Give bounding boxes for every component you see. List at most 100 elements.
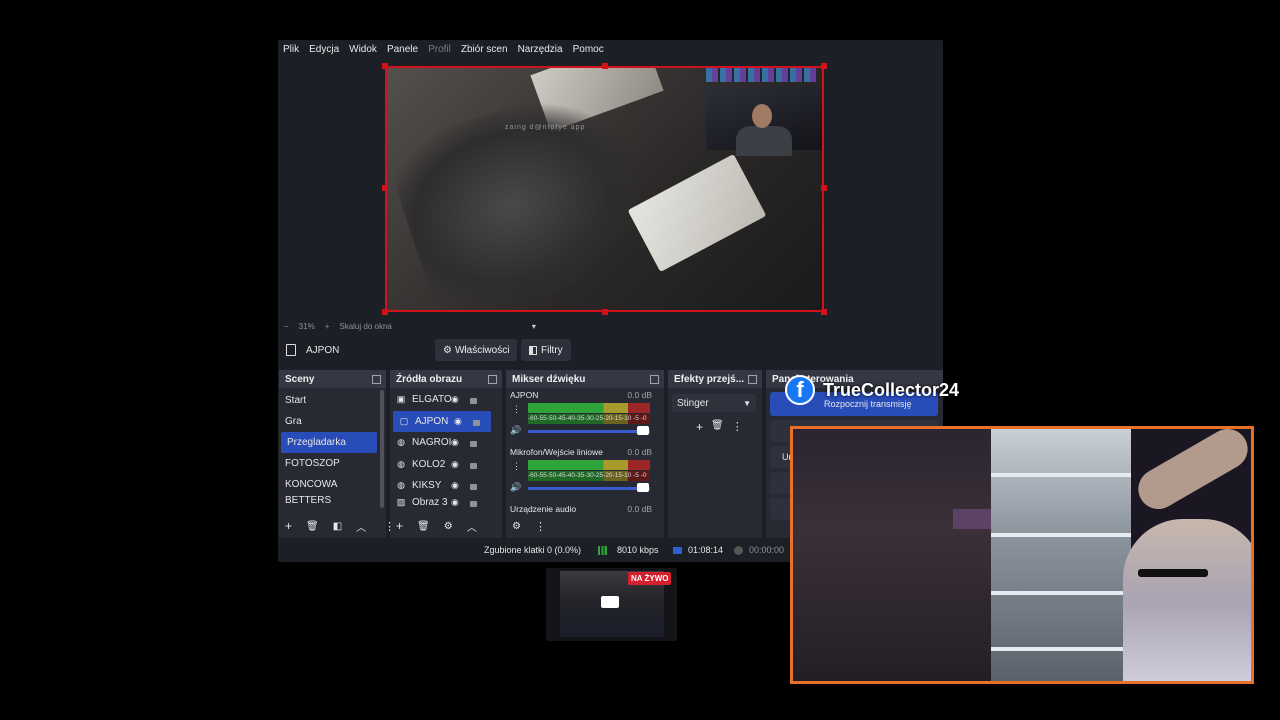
resize-handle[interactable] <box>821 185 827 191</box>
menu-panele[interactable]: Panele <box>387 44 418 55</box>
lock-icon[interactable] <box>470 462 477 469</box>
source-label: NAGROI <box>412 437 452 449</box>
resize-handle[interactable] <box>382 63 388 69</box>
more-icon[interactable]: ⋮ <box>732 420 743 434</box>
resize-handle[interactable] <box>821 63 827 69</box>
source-item[interactable]: ▨ Obraz 3 ◉ <box>390 497 494 509</box>
preview-canvas[interactable]: zaing d@nfofye app <box>385 66 824 312</box>
volume-knob[interactable] <box>637 426 649 435</box>
gear-icon[interactable]: ⚙ <box>444 521 453 532</box>
live-badge: NA ŻYWO <box>628 572 672 585</box>
menu-pomoc[interactable]: Pomoc <box>573 44 604 55</box>
channel-db: 0.0 dB <box>627 504 652 514</box>
menu-narzedzia[interactable]: Narzędzia <box>518 44 563 55</box>
preview-watermark: zaing d@nfofye app <box>505 124 586 131</box>
menu-profil[interactable]: Profil <box>428 44 451 55</box>
menu-bar: Plik Edycja Widok Panele Profil Zbiór sc… <box>278 40 943 58</box>
live-thumbnail[interactable]: NA ŻYWO <box>546 568 677 641</box>
eye-icon[interactable]: ◉ <box>451 437 459 448</box>
source-item-selected[interactable]: ▢ AJPON ◉ <box>393 410 491 432</box>
scenes-scrollbar[interactable] <box>380 390 384 508</box>
lock-icon[interactable] <box>470 398 477 404</box>
gear-icon: ⚙ <box>443 344 452 356</box>
speaker-icon[interactable]: 🔊 <box>510 425 521 436</box>
undock-icon[interactable] <box>488 375 497 384</box>
facecam-body <box>736 126 792 156</box>
scene-item[interactable]: Start <box>279 390 379 411</box>
undock-icon[interactable] <box>372 375 381 384</box>
scene-item-selected[interactable]: Przegladarka <box>281 432 377 453</box>
scene-item[interactable]: BETTERS <box>279 495 379 507</box>
doc-icon: ▢ <box>399 415 409 426</box>
menu-widok[interactable]: Widok <box>349 44 377 55</box>
webcam-shelf-board <box>991 591 1131 595</box>
undock-icon[interactable] <box>748 375 757 384</box>
image-icon: ▨ <box>396 496 406 507</box>
volume-slider[interactable] <box>528 430 650 433</box>
channel-db: 0.0 dB <box>627 390 652 400</box>
eye-icon[interactable]: ◉ <box>451 480 459 491</box>
scenes-dock: Sceny Start Gra Przegladarka FOTOSZOP KO… <box>279 370 386 538</box>
channel-name: Mikrofon/Wejście liniowe <box>510 447 603 457</box>
gear-icon[interactable]: ⚙ <box>512 521 521 532</box>
transition-select[interactable]: Stinger ▼ <box>672 394 756 412</box>
source-item[interactable]: ◍ KOLO2 ◉ <box>390 454 494 476</box>
add-icon[interactable]: + <box>285 519 292 533</box>
menu-plik[interactable]: Plik <box>283 44 299 55</box>
zoom-out-button[interactable]: − <box>284 322 289 331</box>
mixer-channel: AJPON 0.0 dB ⋮ -60-55-50-45-40-35-30-25-… <box>506 388 664 445</box>
source-toolbar: AJPON ⚙ Właściwości Filtry <box>278 336 943 364</box>
source-item[interactable]: ▣ ELGATO ◉ <box>390 389 494 411</box>
eye-icon[interactable]: ◉ <box>451 394 459 405</box>
resize-handle[interactable] <box>602 309 608 315</box>
resize-handle[interactable] <box>602 63 608 69</box>
webcam-shelf-board <box>991 473 1131 477</box>
globe-icon: ◍ <box>397 437 405 448</box>
resize-handle[interactable] <box>382 185 388 191</box>
scene-item[interactable]: KONCOWA <box>279 474 379 495</box>
lock-icon[interactable] <box>470 484 477 490</box>
more-icon[interactable]: ⋮ <box>512 461 521 472</box>
resize-handle[interactable] <box>382 309 388 315</box>
properties-button[interactable]: ⚙ Właściwości <box>435 339 518 361</box>
filters-button[interactable]: Filtry <box>521 339 571 361</box>
trash-icon[interactable]: 🗑 <box>417 521 430 532</box>
undock-icon[interactable] <box>650 375 659 384</box>
volume-slider[interactable] <box>528 487 650 490</box>
trash-icon[interactable]: 🗑 <box>711 420 724 434</box>
rec-time: 00:00:00 <box>749 545 785 555</box>
menu-zbior-scen[interactable]: Zbiór scen <box>461 44 508 55</box>
scene-item[interactable]: Gra <box>279 411 379 432</box>
source-item[interactable]: ◍ NAGROI ◉ <box>390 432 494 454</box>
eye-icon[interactable]: ◉ <box>451 497 459 508</box>
mixer-channel: Mikrofon/Wejście liniowe 0.0 dB ⋮ -60-55… <box>506 445 664 502</box>
speaker-icon[interactable]: 🔊 <box>510 482 521 493</box>
more-icon[interactable]: ⋮ <box>535 520 546 533</box>
mixer-title: Mikser dźwięku <box>512 373 586 385</box>
resize-handle[interactable] <box>821 309 827 315</box>
eye-icon[interactable]: ◉ <box>451 459 459 470</box>
zoom-mode[interactable]: Skaluj do okna <box>339 322 391 331</box>
trash-icon[interactable]: 🗑 <box>306 521 319 532</box>
scene-item[interactable]: FOTOSZOP <box>279 453 379 474</box>
volume-knob[interactable] <box>637 483 649 492</box>
sources-dock: Źródła obrazu ▣ ELGATO ◉ ▢ AJPON ◉ ◍ NAG… <box>384 370 502 538</box>
chevron-up-icon[interactable]: ︿ <box>356 519 366 534</box>
lock-icon[interactable] <box>470 441 477 447</box>
add-icon[interactable]: + <box>696 420 703 434</box>
chevron-down-icon[interactable]: ▾ <box>532 322 536 331</box>
webcam-glasses <box>1138 569 1208 577</box>
mixer-dock: Mikser dźwięku AJPON 0.0 dB ⋮ -60-55-50-… <box>506 370 664 538</box>
channel-db: 0.0 dB <box>627 447 652 457</box>
lock-icon[interactable] <box>470 500 477 507</box>
chevron-up-icon[interactable]: ︿ <box>467 519 477 534</box>
menu-edycja[interactable]: Edycja <box>309 44 339 55</box>
add-icon[interactable]: + <box>396 519 403 533</box>
eye-icon[interactable]: ◉ <box>454 416 462 427</box>
filter-icon[interactable]: ◧ <box>333 521 342 532</box>
webcam-arm <box>1131 429 1251 517</box>
more-icon[interactable]: ⋮ <box>512 404 521 415</box>
source-item[interactable]: ◍ KIKSY ◉ <box>390 475 494 497</box>
zoom-in-button[interactable]: + <box>325 322 330 331</box>
lock-icon[interactable] <box>473 419 480 426</box>
